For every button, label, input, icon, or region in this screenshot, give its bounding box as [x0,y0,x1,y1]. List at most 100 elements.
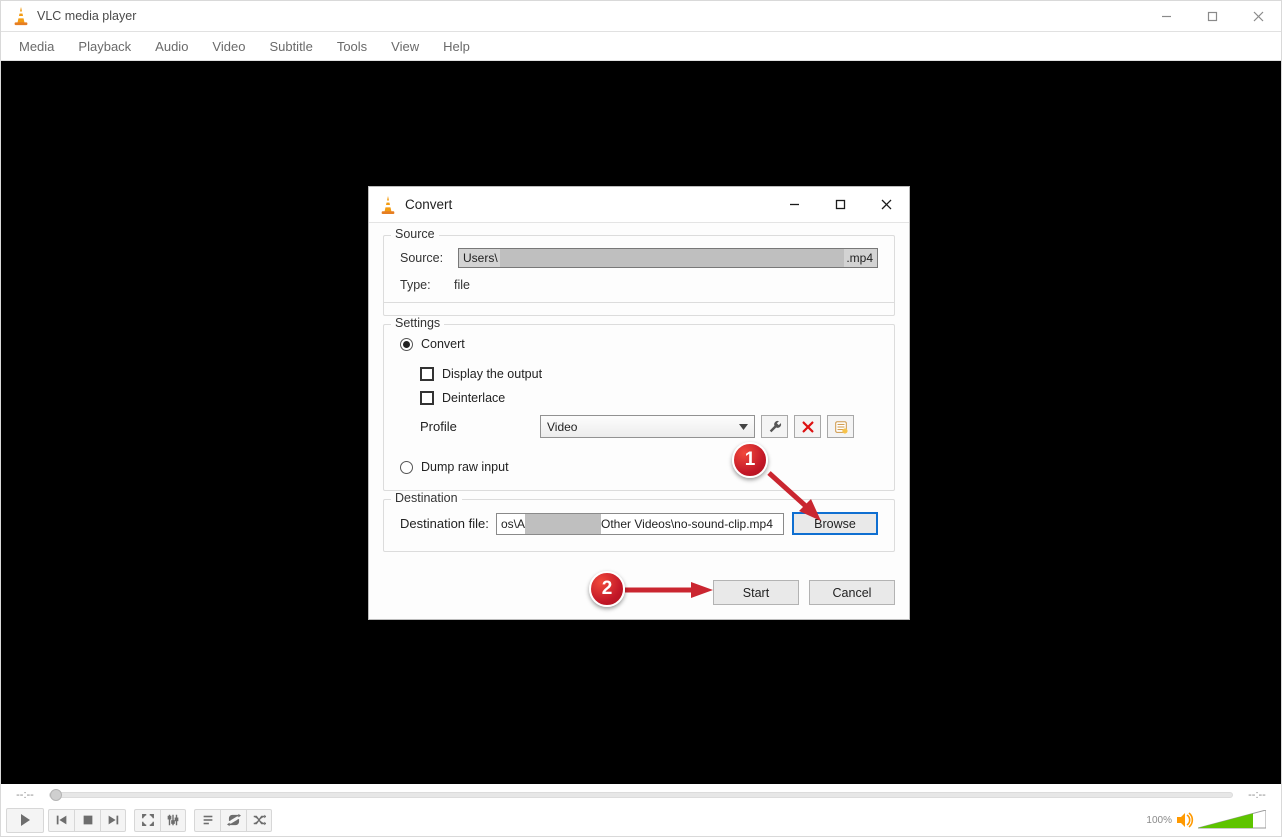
menu-subtitle[interactable]: Subtitle [257,35,324,58]
annotation-badge-2: 2 [589,571,625,607]
convert-window-buttons [771,187,909,222]
annotation-arrow-2 [621,579,717,601]
vlc-cone-icon [11,6,31,26]
source-label: Source: [400,251,454,265]
equalizer-icon [166,813,180,827]
transport-group [48,809,126,832]
convert-dialog-title: Convert [405,197,771,212]
seek-thumb[interactable] [50,789,62,801]
destination-file-input[interactable]: os\A Other Videos\no-sound-clip.mp4 [496,513,784,535]
settings-legend: Settings [391,316,444,330]
type-label: Type: [400,278,454,292]
radio-icon [400,461,413,474]
source-path-field: Users\ .mp4 [458,248,878,268]
seek-slider[interactable] [49,792,1233,798]
loop-button[interactable] [220,809,246,832]
deinterlace-label: Deinterlace [442,391,505,405]
type-value: file [454,278,470,292]
menu-view[interactable]: View [379,35,431,58]
destination-suffix: Other Videos\no-sound-clip.mp4 [601,517,773,531]
display-output-label: Display the output [442,367,542,381]
chevron-down-icon [738,421,749,432]
main-menubar: Media Playback Audio Video Subtitle Tool… [1,32,1281,61]
source-legend: Source [391,227,439,241]
volume-triangle-icon [1198,810,1266,830]
stop-icon [81,813,95,827]
close-button[interactable] [1235,1,1281,31]
source-path-redacted [500,249,845,267]
time-elapsed: --:-- [9,789,41,801]
stop-button[interactable] [74,809,100,832]
source-path-suffix: .mp4 [844,251,873,265]
checkbox-icon [420,391,434,405]
extended-settings-button[interactable] [160,809,186,832]
loop-icon [227,813,241,827]
seek-row: --:-- --:-- [1,784,1281,806]
vlc-cone-icon [379,195,397,215]
fullscreen-icon [141,813,155,827]
video-area: Convert Source Source: Users\ [1,61,1281,784]
minimize-button[interactable] [1143,1,1189,31]
view-group [134,809,186,832]
profile-select-value: Video [547,420,577,434]
cancel-button[interactable]: Cancel [809,580,895,605]
playlist-icon [201,813,215,827]
profile-label: Profile [420,419,540,434]
maximize-button[interactable] [1189,1,1235,31]
convert-radio[interactable]: Convert [400,337,878,351]
menu-help[interactable]: Help [431,35,482,58]
destination-prefix: os\A [501,517,525,531]
skip-back-button[interactable] [48,809,74,832]
menu-tools[interactable]: Tools [325,35,379,58]
dump-raw-label: Dump raw input [421,460,509,474]
vlc-main-window: VLC media player Media Playback Audio Vi… [0,0,1282,837]
display-output-checkbox[interactable]: Display the output [420,367,878,381]
delete-profile-button[interactable] [794,415,821,438]
destination-legend: Destination [391,491,462,505]
dialog-minimize-button[interactable] [771,187,817,222]
convert-titlebar: Convert [369,187,909,223]
skip-forward-button[interactable] [100,809,126,832]
dialog-close-button[interactable] [863,187,909,222]
new-profile-icon [834,420,848,434]
convert-radio-label: Convert [421,337,465,351]
source-separator [384,302,894,303]
deinterlace-checkbox[interactable]: Deinterlace [420,391,878,405]
menu-media[interactable]: Media [7,35,66,58]
checkbox-icon [420,367,434,381]
edit-profile-button[interactable] [761,415,788,438]
main-window-buttons [1143,1,1281,31]
profile-select[interactable]: Video [540,415,755,438]
destination-file-label: Destination file: [400,516,496,531]
playlist-button[interactable] [194,809,220,832]
annotation-arrow-1 [761,461,831,531]
play-icon [17,812,33,828]
wrench-icon [768,420,782,434]
speaker-icon[interactable] [1176,812,1194,828]
main-titlebar: VLC media player [1,1,1281,32]
convert-dialog: Convert Source Source: Users\ [368,186,910,620]
new-profile-button[interactable] [827,415,854,438]
skip-back-icon [55,813,69,827]
menu-audio[interactable]: Audio [143,35,200,58]
start-button[interactable]: Start [713,580,799,605]
volume-slider[interactable] [1198,810,1266,830]
playlist-group [194,809,272,832]
volume-label: 100% [1146,815,1172,826]
annotation-badge-1: 1 [732,442,768,478]
main-window-title: VLC media player [37,9,1143,23]
fullscreen-button[interactable] [134,809,160,832]
menu-playback[interactable]: Playback [66,35,143,58]
destination-redacted [525,514,601,534]
play-button[interactable] [6,808,44,833]
skip-forward-icon [106,813,120,827]
menu-video[interactable]: Video [200,35,257,58]
source-path-prefix: Users\ [463,251,500,265]
time-remaining: --:-- [1241,789,1273,801]
shuffle-icon [252,813,266,827]
playback-controls: 100% [1,806,1281,836]
shuffle-button[interactable] [246,809,272,832]
radio-icon [400,338,413,351]
dialog-maximize-button[interactable] [817,187,863,222]
x-icon [801,420,815,434]
